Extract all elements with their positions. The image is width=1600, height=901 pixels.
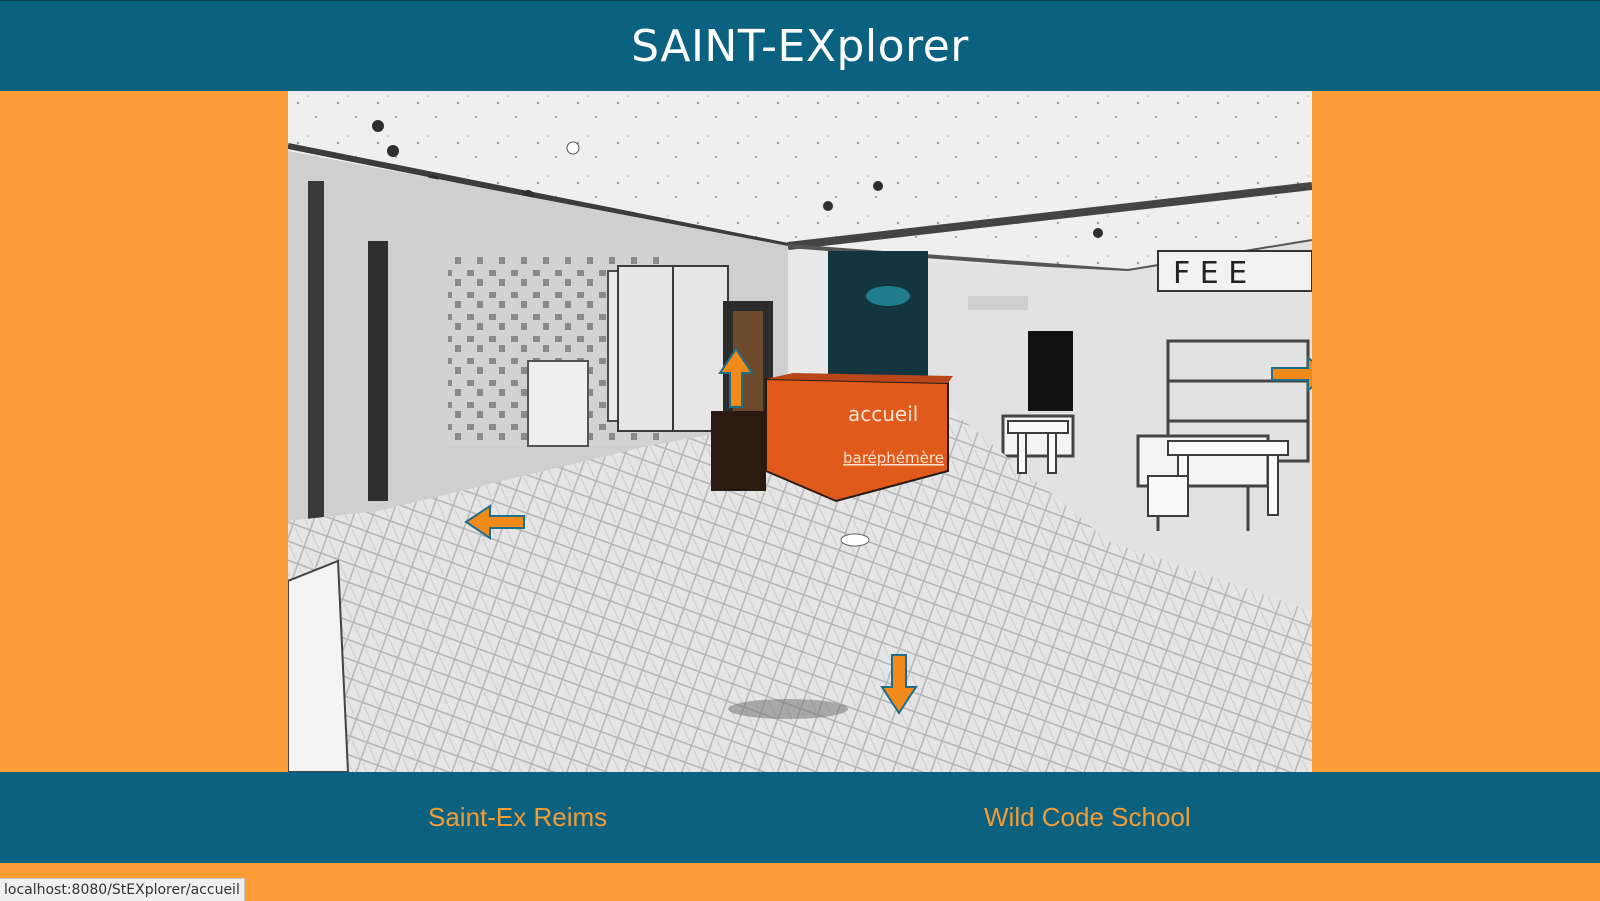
- status-bar-url: localhost:8080/StEXplorer/accueil: [0, 878, 245, 901]
- arrow-left-icon[interactable]: [464, 504, 526, 540]
- header-bar: SAINT-EXplorer: [0, 0, 1600, 91]
- arrow-right-icon[interactable]: [1270, 356, 1312, 392]
- footer-bar: Saint-Ex Reims Wild Code School: [0, 772, 1600, 863]
- desk-sign-bottom: baréphémère: [843, 449, 944, 467]
- arrow-up-icon[interactable]: [718, 347, 754, 409]
- svg-text:F E E: F E E: [1173, 256, 1247, 291]
- saint-ex-reims-link[interactable]: Saint-Ex Reims: [428, 802, 607, 833]
- wild-code-school-link[interactable]: Wild Code School: [984, 802, 1191, 833]
- desk-sign-top: accueil: [848, 402, 918, 426]
- page-title: SAINT-EXplorer: [631, 20, 969, 72]
- scene-image: F E E accueil baréphémère: [288, 91, 1312, 772]
- arrow-down-icon[interactable]: [880, 653, 918, 715]
- panorama-view: F E E accueil baréphémère: [288, 91, 1312, 772]
